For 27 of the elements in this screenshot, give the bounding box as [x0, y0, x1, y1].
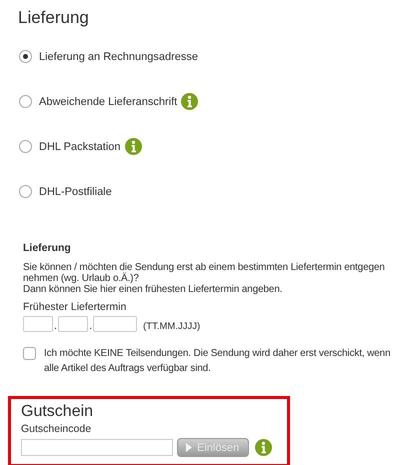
info-icon[interactable] [124, 138, 142, 155]
date-input[interactable] [93, 316, 138, 332]
date-input[interactable] [58, 316, 88, 332]
option-label[interactable]: DHL-Postfiliale [39, 186, 112, 198]
checkbox[interactable] [23, 347, 36, 360]
radio-button[interactable] [19, 185, 32, 198]
radio-button[interactable] [19, 50, 32, 63]
option-label[interactable]: Lieferung an Rechnungsadresse [39, 50, 198, 62]
date-separator: . [89, 320, 92, 332]
field-label: Gutscheincode [21, 423, 92, 435]
voucher-code-input[interactable] [21, 439, 173, 456]
radio-button[interactable] [19, 95, 32, 108]
description-text: Sie können / möchten die Sendung erst ab einem bestimmten Liefertermin entgegen nehmen (wg. Urlaub o.Ä.)? Dann können Sie hier einen frühesten Liefertermin angeben. [23, 262, 386, 295]
date-input[interactable] [23, 316, 53, 332]
info-icon[interactable] [181, 93, 198, 110]
radio-button[interactable] [19, 140, 32, 153]
option-label[interactable]: DHL Packstation [39, 140, 121, 152]
checkbox-label[interactable]: Ich möchte KEINE Teilsendungen. Die Sendung wird daher erst verschickt, wenn alle Artikel des Auftrags verfügbar sind. [44, 346, 399, 376]
date-separator: . [54, 320, 58, 332]
field-label: Frühester Liefertermin [23, 301, 128, 313]
info-icon[interactable] [255, 439, 272, 456]
format-hint: (TT.MM.JJJJ) [143, 321, 200, 332]
subsection-title: Lieferung [23, 242, 72, 254]
section-title: Gutschein [21, 403, 94, 421]
section-title: Lieferung [18, 8, 90, 28]
play-icon [186, 443, 192, 452]
option-label[interactable]: Abweichende Lieferanschrift [39, 96, 178, 108]
